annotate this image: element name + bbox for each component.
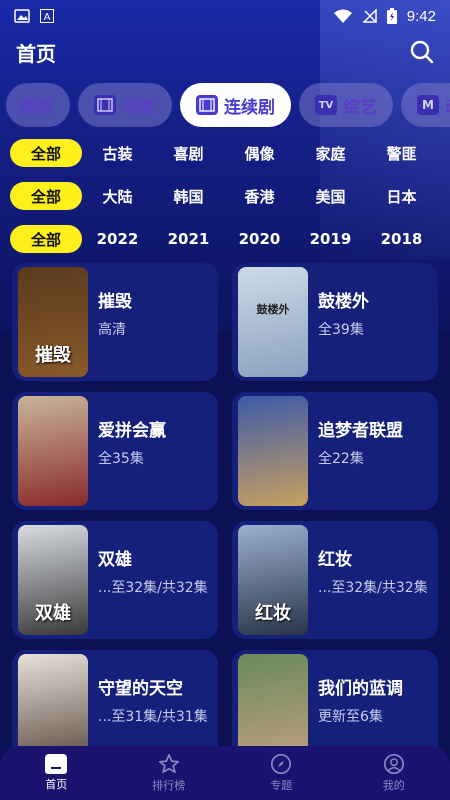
filter-chip[interactable]: 古装 xyxy=(82,139,153,167)
show-poster: 红妆 xyxy=(238,525,308,635)
filter-chip[interactable]: 香港 xyxy=(224,182,295,210)
filter-chip[interactable]: 全部 xyxy=(10,225,82,253)
show-card[interactable]: 双雄 双雄 ...至32集/共32集 xyxy=(12,521,218,639)
film-icon xyxy=(94,95,116,115)
gallery-icon xyxy=(14,9,30,23)
show-card[interactable]: 爱拼会赢 全35集 xyxy=(12,392,218,510)
filter-chip[interactable]: 2018 xyxy=(366,225,437,253)
filter-chip[interactable]: 喜剧 xyxy=(153,139,224,167)
show-title: 我们的蓝调 xyxy=(318,679,403,699)
show-card[interactable]: 摧毁 摧毁 高清 xyxy=(12,263,218,381)
tv-icon: TV xyxy=(315,95,337,115)
home-icon xyxy=(45,754,68,774)
filter-chip[interactable]: 2020 xyxy=(224,225,295,253)
show-title: 摧毁 xyxy=(98,292,132,312)
nav-topics[interactable]: 专题 xyxy=(225,753,338,793)
no-signal-icon xyxy=(362,9,377,23)
nav-label: 我的 xyxy=(382,779,405,792)
show-poster xyxy=(18,396,88,506)
show-subtitle: ...至32集/共32集 xyxy=(318,580,428,596)
nav-profile[interactable]: 我的 xyxy=(338,753,450,793)
filter-chip[interactable]: 日本 xyxy=(366,182,437,210)
nav-label: 首页 xyxy=(45,778,68,791)
film-icon xyxy=(196,95,218,115)
svg-text:A: A xyxy=(44,12,51,23)
poster-title: 双雄 xyxy=(35,603,71,624)
tab-variety[interactable]: TV 综艺 xyxy=(299,83,393,127)
tab-label: 连续剧 xyxy=(224,97,275,118)
show-title: 追梦者联盟 xyxy=(318,421,403,441)
compass-icon xyxy=(271,754,292,774)
show-card[interactable]: 鼓楼外 鼓楼外 全39集 xyxy=(232,263,438,381)
tab-anime[interactable]: M 动 xyxy=(401,83,450,127)
show-title: 爱拼会赢 xyxy=(98,421,166,441)
filter-chip[interactable]: 警匪 xyxy=(366,139,437,167)
nav-ranking[interactable]: 排行榜 xyxy=(113,753,226,793)
tab-movie[interactable]: 电影 xyxy=(78,83,172,127)
nav-label: 专题 xyxy=(270,779,293,792)
show-subtitle: 高清 xyxy=(98,322,126,338)
filter-chip[interactable]: 家庭 xyxy=(295,139,366,167)
app-header: 首页 xyxy=(0,34,450,70)
show-poster: 摧毁 xyxy=(18,267,88,377)
status-time: 9:42 xyxy=(406,7,436,25)
category-tabs: 推荐 电影 连续剧 TV 综艺 M 动 xyxy=(0,82,450,128)
search-icon[interactable] xyxy=(410,40,434,64)
tab-series[interactable]: 连续剧 xyxy=(180,83,291,127)
filter-chip[interactable]: 2022 xyxy=(82,225,153,253)
filter-chip[interactable]: 全部 xyxy=(10,182,82,210)
tab-label: 综艺 xyxy=(343,97,377,118)
filter-chip[interactable]: 2021 xyxy=(153,225,224,253)
show-subtitle: 更新至6集 xyxy=(318,709,383,725)
tab-label: 推荐 xyxy=(20,97,54,118)
tab-label: 动 xyxy=(445,93,450,118)
show-card[interactable]: 追梦者联盟 全22集 xyxy=(232,392,438,510)
filter-chip[interactable]: 偶像 xyxy=(224,139,295,167)
show-poster: 鼓楼外 xyxy=(238,267,308,377)
filter-chip[interactable]: 2019 xyxy=(295,225,366,253)
show-title: 鼓楼外 xyxy=(318,292,369,312)
bottom-nav: 首页 排行榜 专题 我的 xyxy=(0,746,450,800)
filter-chip[interactable]: 全部 xyxy=(10,139,82,167)
show-subtitle: 全39集 xyxy=(318,322,364,338)
show-card[interactable]: 红妆 红妆 ...至32集/共32集 xyxy=(232,521,438,639)
show-subtitle: 全22集 xyxy=(318,451,364,467)
poster-title: 摧毁 xyxy=(35,345,71,366)
status-bar: A 9:42 xyxy=(0,0,450,32)
show-subtitle: ...至32集/共32集 xyxy=(98,580,208,596)
filter-chip[interactable]: 韩国 xyxy=(153,182,224,210)
poster-title: 鼓楼外 xyxy=(256,303,290,316)
show-subtitle: ...至31集/共31集 xyxy=(98,709,208,725)
show-subtitle: 全35集 xyxy=(98,451,144,467)
font-icon: A xyxy=(40,9,54,23)
tab-label: 电影 xyxy=(122,97,156,118)
nav-home[interactable]: 首页 xyxy=(0,754,113,792)
star-icon xyxy=(158,754,179,774)
show-title: 红妆 xyxy=(318,550,352,570)
user-icon xyxy=(383,754,404,774)
show-title: 守望的天空 xyxy=(98,679,183,699)
show-poster: 双雄 xyxy=(18,525,88,635)
page-title: 首页 xyxy=(16,41,56,66)
tab-recommend[interactable]: 推荐 xyxy=(6,83,70,127)
poster-title: 红妆 xyxy=(255,603,291,624)
genre-filter: 全部 古装 喜剧 偶像 家庭 警匪 xyxy=(0,138,450,168)
filter-chip[interactable]: 大陆 xyxy=(82,182,153,210)
nav-label: 排行榜 xyxy=(152,779,186,792)
show-poster xyxy=(238,396,308,506)
wifi-icon xyxy=(333,9,352,23)
filter-chip[interactable]: 美国 xyxy=(295,182,366,210)
show-title: 双雄 xyxy=(98,550,132,570)
region-filter: 全部 大陆 韩国 香港 美国 日本 xyxy=(0,181,450,211)
year-filter: 全部 2022 2021 2020 2019 2018 xyxy=(0,224,450,254)
battery-charging-icon xyxy=(386,8,397,24)
m-icon: M xyxy=(417,95,439,115)
